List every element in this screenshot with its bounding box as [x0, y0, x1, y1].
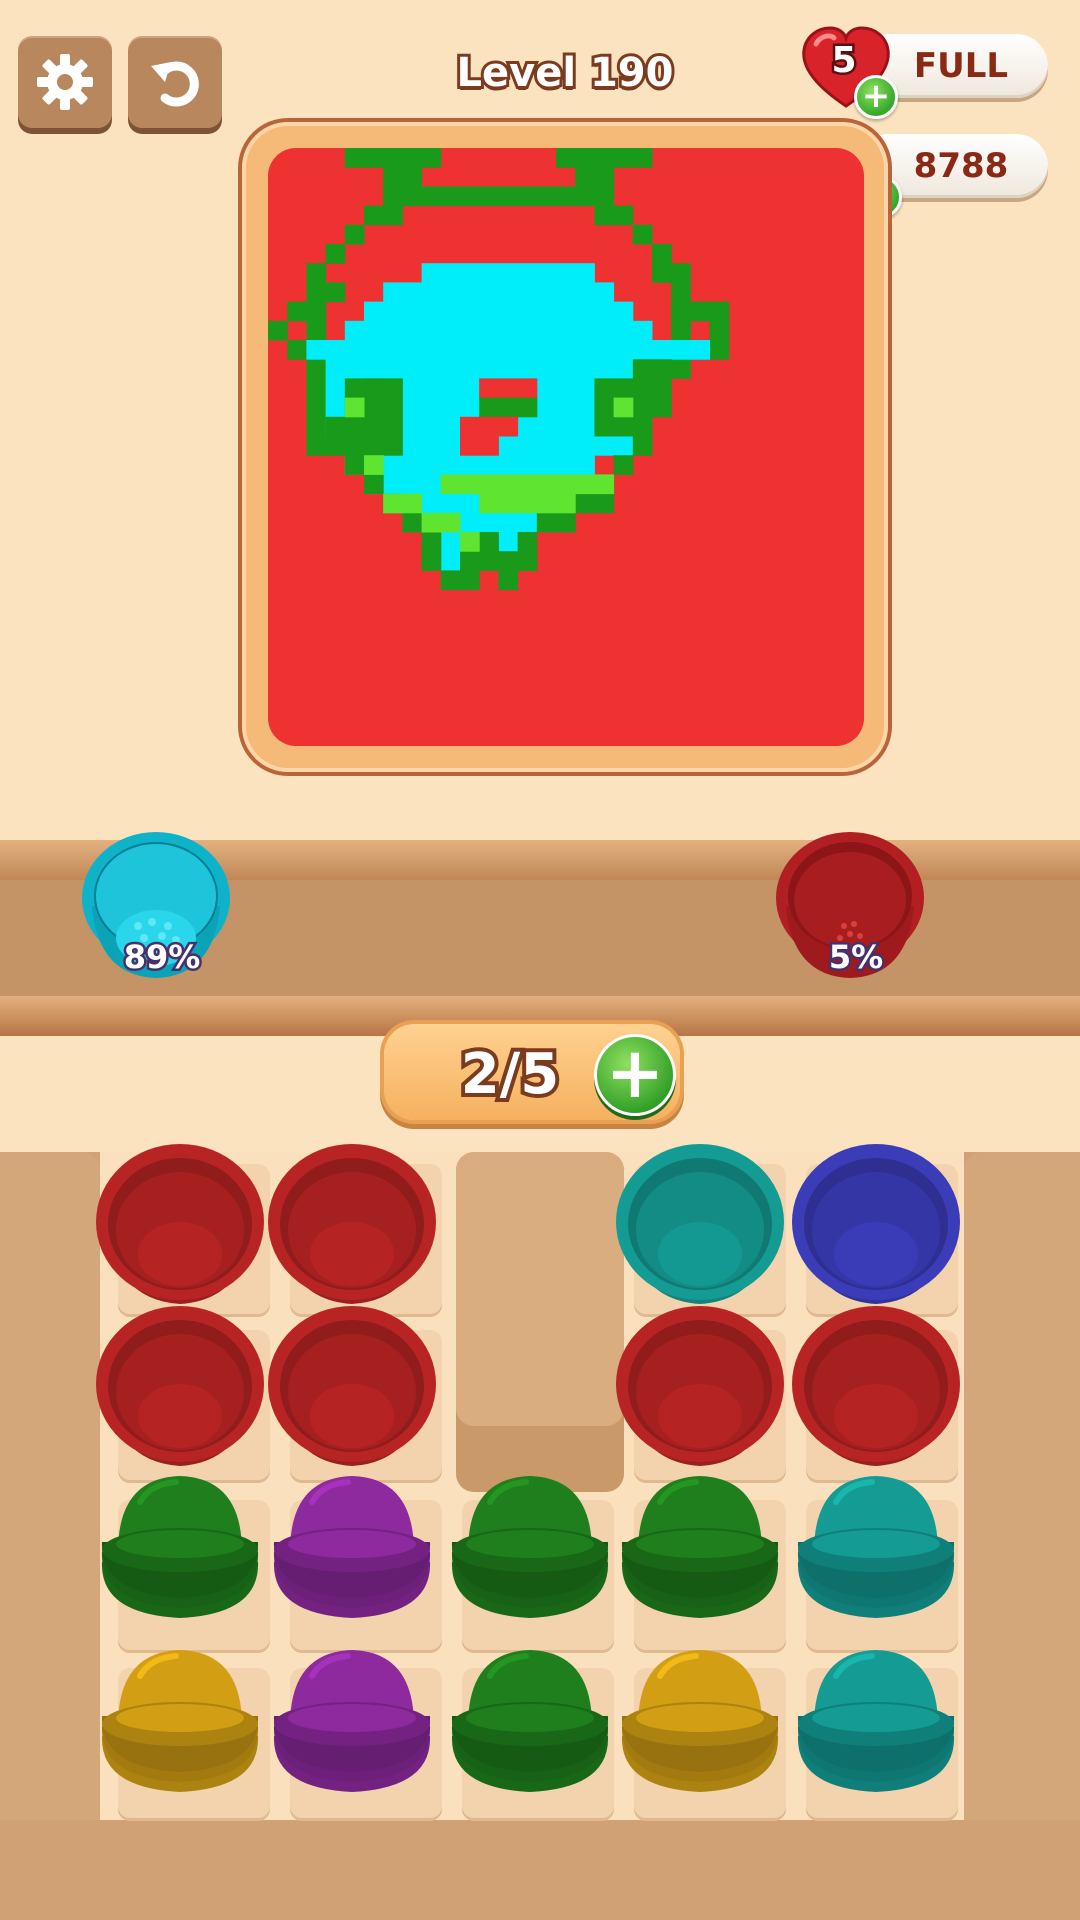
- red-bucket[interactable]: [268, 1144, 436, 1304]
- purple-stack[interactable]: [273, 1476, 431, 1618]
- red-bucket[interactable]: [792, 1306, 960, 1466]
- green-stack[interactable]: [451, 1476, 609, 1618]
- yellow-stack[interactable]: [621, 1650, 779, 1792]
- red-bucket[interactable]: [96, 1144, 264, 1304]
- green-stack[interactable]: [451, 1650, 609, 1792]
- green-stack[interactable]: [101, 1476, 259, 1618]
- red-bucket[interactable]: [96, 1306, 264, 1466]
- purple-stack[interactable]: [273, 1650, 431, 1792]
- red-bucket[interactable]: [268, 1306, 436, 1466]
- board-items: [96, 1144, 960, 1792]
- teal-stack[interactable]: [797, 1650, 955, 1792]
- green-stack[interactable]: [621, 1476, 779, 1618]
- teal-stack[interactable]: [797, 1476, 955, 1618]
- yellow-stack[interactable]: [101, 1650, 259, 1792]
- red-bucket[interactable]: [616, 1306, 784, 1466]
- blue-bucket[interactable]: [792, 1144, 960, 1304]
- teal-bucket[interactable]: [616, 1144, 784, 1304]
